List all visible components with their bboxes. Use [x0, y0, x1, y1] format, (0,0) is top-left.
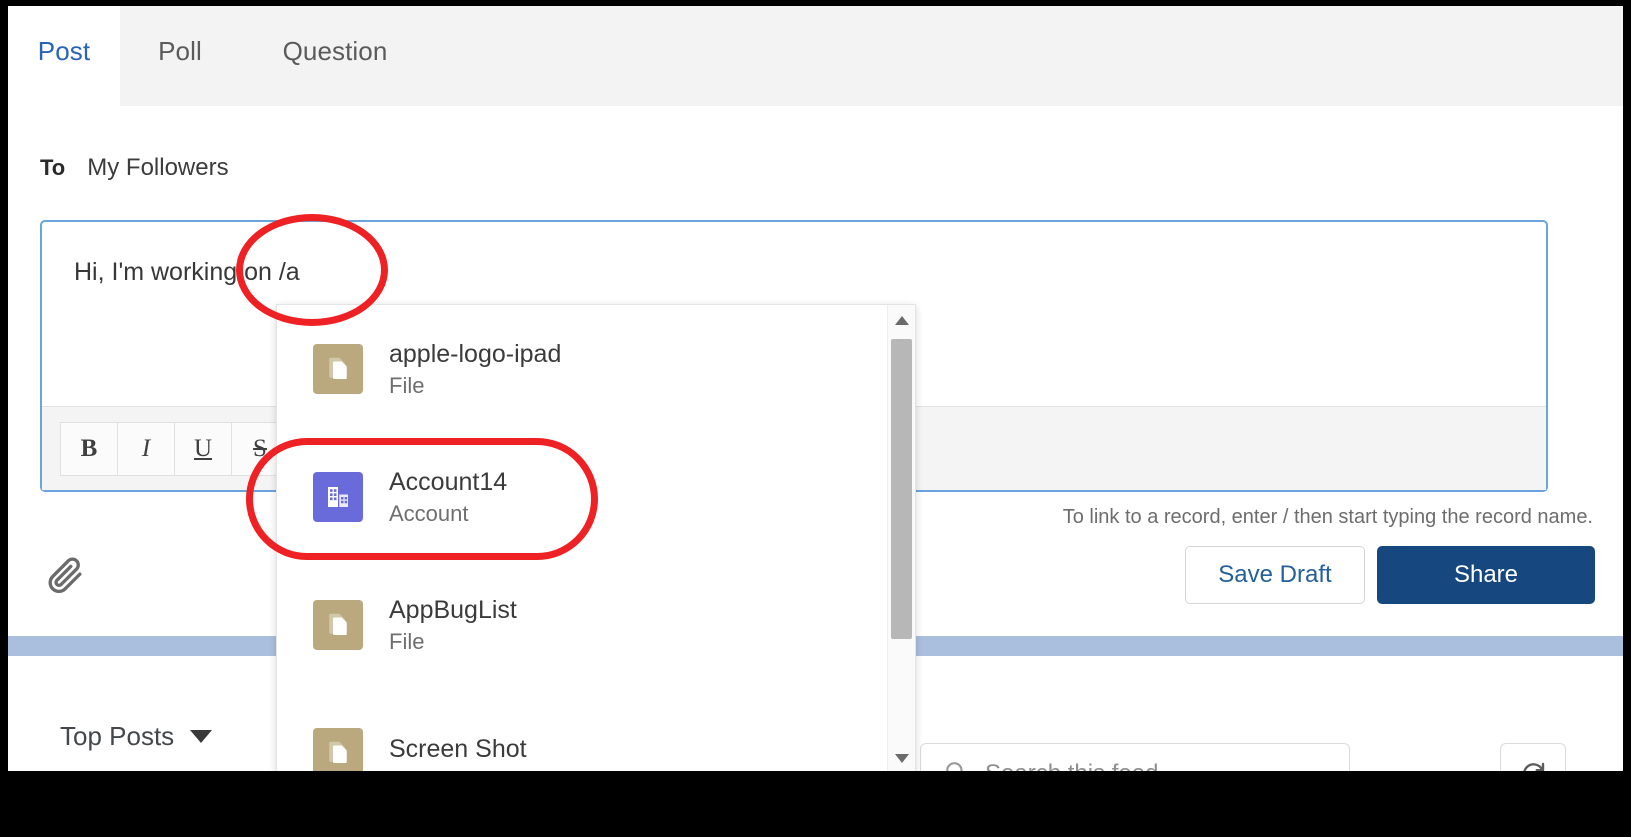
record-mention-list: apple-logo-ipad File Account14 Account A… — [277, 305, 887, 771]
list-item-subtitle: Account — [389, 501, 469, 527]
chevron-down-icon — [190, 730, 213, 743]
audience-row: To My Followers — [40, 154, 229, 182]
tab-question-label: Question — [282, 36, 388, 66]
audience-to-label: To — [40, 155, 66, 180]
share-button[interactable]: Share — [1377, 546, 1595, 604]
refresh-feed-button[interactable] — [1500, 743, 1566, 771]
composer-actions: Save Draft Share — [1185, 546, 1595, 604]
chatter-publisher: Post Poll Question To My Followers Hi, I… — [8, 6, 1623, 771]
tab-poll-label: Poll — [158, 36, 202, 66]
file-icon — [313, 728, 363, 771]
record-link-hint: To link to a record, enter / then start … — [1062, 506, 1593, 528]
list-item-text: Screen Shot — [389, 736, 527, 769]
list-item[interactable]: Screen Shot — [277, 689, 887, 771]
list-item-title: AppBugList — [389, 595, 517, 624]
save-draft-label: Save Draft — [1218, 561, 1332, 588]
record-mention-dropdown: apple-logo-ipad File Account14 Account A… — [276, 304, 916, 771]
bold-label: B — [80, 434, 98, 462]
list-item-title: Account14 — [389, 467, 508, 496]
bold-button[interactable]: B — [60, 421, 118, 476]
list-item-title: apple-logo-ipad — [389, 339, 562, 368]
dropdown-scrollbar[interactable] — [887, 305, 915, 771]
save-draft-button[interactable]: Save Draft — [1185, 546, 1365, 604]
list-item[interactable]: Account14 Account — [277, 433, 887, 561]
tab-post-label: Post — [37, 36, 91, 66]
list-item-text: apple-logo-ipad File — [389, 339, 562, 399]
feed-sort-selector[interactable]: Top Posts — [60, 721, 213, 752]
account-icon — [313, 472, 363, 522]
file-icon — [313, 344, 363, 394]
italic-label: I — [141, 434, 151, 462]
share-label: Share — [1453, 561, 1519, 588]
paperclip-icon[interactable] — [44, 554, 86, 596]
list-item[interactable]: apple-logo-ipad File — [277, 305, 887, 433]
file-icon — [313, 600, 363, 650]
tab-poll[interactable]: Poll — [120, 6, 240, 106]
audience-selector[interactable]: My Followers — [87, 154, 228, 182]
list-item-subtitle: File — [389, 629, 425, 655]
screenshot-root: Post Poll Question To My Followers Hi, I… — [0, 0, 1631, 837]
underline-button[interactable]: U — [174, 421, 232, 476]
composer-text[interactable]: Hi, I'm working on /a — [74, 258, 300, 287]
strikethrough-label: S — [253, 434, 267, 462]
tab-post[interactable]: Post — [8, 6, 120, 106]
list-item-title: Screen Shot — [389, 735, 527, 764]
tab-question[interactable]: Question — [240, 6, 430, 106]
feed-search-placeholder: Search this feed... — [985, 760, 1178, 771]
search-icon — [943, 759, 969, 771]
feed-search-field[interactable]: Search this feed... — [920, 743, 1350, 771]
chevron-up-icon[interactable] — [888, 305, 915, 335]
chevron-down-icon[interactable] — [888, 743, 915, 771]
refresh-icon — [1518, 757, 1548, 771]
scrollbar-thumb[interactable] — [891, 339, 912, 639]
italic-button[interactable]: I — [117, 421, 175, 476]
list-item-subtitle: File — [389, 373, 425, 399]
publisher-tabstrip: Post Poll Question — [8, 6, 1623, 106]
list-item-text: Account14 Account — [389, 467, 508, 527]
underline-label: U — [193, 434, 213, 462]
feed-sort-label: Top Posts — [60, 721, 175, 751]
list-item[interactable]: AppBugList File — [277, 561, 887, 689]
list-item-text: AppBugList File — [389, 595, 517, 655]
